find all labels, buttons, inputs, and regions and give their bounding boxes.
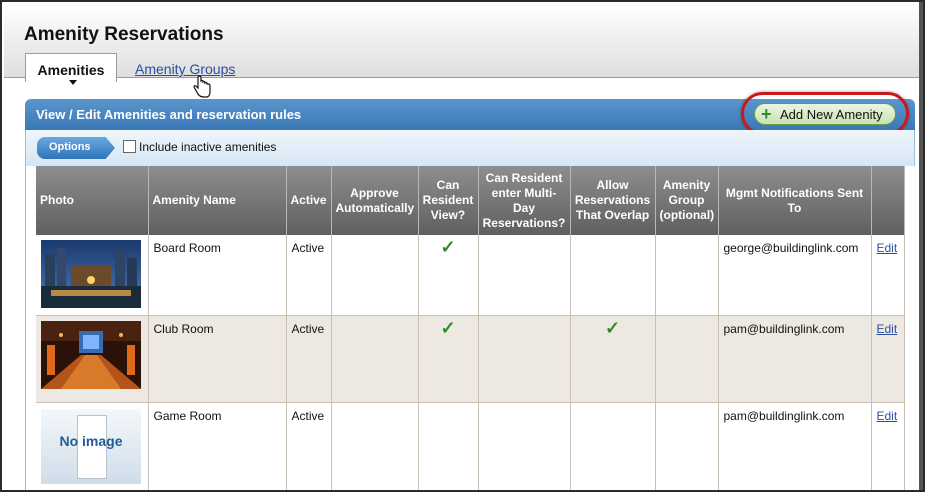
col-header-photo: Photo: [36, 166, 149, 235]
col-header-approve-automatically: Approve Automatically: [331, 166, 419, 235]
col-header-amenity-name: Amenity Name: [148, 166, 287, 235]
col-header-multi-day: Can Resident enter Multi-Day Reservation…: [478, 166, 571, 235]
resident-view-cell: ✓: [418, 315, 479, 403]
hand-cursor-icon: [193, 75, 211, 98]
notify-cell: pam@buildinglink.com: [718, 402, 872, 490]
overlap-cell: [570, 235, 656, 316]
board-room-photo: [41, 240, 141, 308]
edit-cell: Edit: [871, 235, 905, 316]
options-button[interactable]: Options: [37, 137, 115, 159]
plus-icon: +: [761, 104, 772, 124]
group-cell: [655, 315, 719, 403]
col-header-overlap: Allow Reservations That Overlap: [570, 166, 656, 235]
edit-cell: Edit: [871, 315, 905, 403]
table-row: Board Room Active ✓ george@buildinglink.…: [36, 235, 905, 316]
tab-amenities-label: Amenities: [37, 62, 105, 78]
approve-auto-cell: [331, 235, 419, 316]
edit-cell: Edit: [871, 402, 905, 490]
amenity-name-cell: Club Room: [148, 315, 287, 403]
club-room-photo: [41, 320, 141, 389]
multi-day-cell: [478, 315, 571, 403]
active-cell: Active: [286, 235, 332, 316]
amenities-grid-container: Photo Amenity Name Active Approve Automa…: [25, 166, 915, 490]
approve-auto-cell: [331, 315, 419, 403]
group-cell: [655, 402, 719, 490]
include-inactive-checkbox[interactable]: [123, 140, 136, 153]
photo-cell: No image: [36, 402, 149, 490]
checkmark-icon: ✓: [440, 237, 456, 257]
overlap-cell: [570, 402, 656, 490]
tab-caret-icon: [69, 80, 77, 85]
col-header-edit: [871, 166, 905, 235]
add-new-amenity-button[interactable]: + Add New Amenity: [754, 103, 896, 125]
table-row: Club Room Active ✓ ✓ pam@buildinglink.co…: [36, 315, 905, 403]
page-title: Amenity Reservations: [24, 24, 224, 45]
active-cell: Active: [286, 402, 332, 490]
amenity-name-cell: Game Room: [148, 402, 287, 490]
notify-cell: george@buildinglink.com: [718, 235, 872, 316]
resident-view-cell: [418, 402, 479, 490]
app-window: Amenity Reservations Amenities Amenity G…: [0, 0, 925, 492]
col-header-notifications: Mgmt Notifications Sent To: [718, 166, 872, 235]
amenity-name-cell: Board Room: [148, 235, 287, 316]
options-bar: Options Include inactive amenities: [25, 130, 915, 166]
resident-view-cell: ✓: [418, 235, 479, 316]
multi-day-cell: [478, 235, 571, 316]
table-header-row: Photo Amenity Name Active Approve Automa…: [36, 166, 905, 235]
amenities-table: Photo Amenity Name Active Approve Automa…: [36, 166, 905, 490]
table-row: No image Game Room Active pam@buildingli…: [36, 402, 905, 490]
tab-amenities[interactable]: Amenities: [25, 53, 117, 85]
overlap-cell: ✓: [570, 315, 656, 403]
edit-link[interactable]: Edit: [877, 322, 898, 336]
col-header-can-resident-view: Can Resident View?: [418, 166, 479, 235]
photo-cell: [36, 235, 149, 316]
col-header-active: Active: [286, 166, 332, 235]
edit-link[interactable]: Edit: [877, 241, 898, 255]
page-header: Amenity Reservations Amenities Amenity G…: [4, 4, 922, 85]
col-header-amenity-group: Amenity Group (optional): [655, 166, 719, 235]
no-image-placeholder: No image: [41, 408, 141, 484]
active-cell: Active: [286, 315, 332, 403]
include-inactive-label: Include inactive amenities: [139, 140, 277, 154]
checkmark-icon: ✓: [604, 317, 621, 338]
panel-title: View / Edit Amenities and reservation ru…: [36, 107, 302, 122]
notify-cell: pam@buildinglink.com: [718, 315, 872, 403]
edit-link[interactable]: Edit: [877, 409, 898, 423]
group-cell: [655, 235, 719, 316]
multi-day-cell: [478, 402, 571, 490]
photo-cell: [36, 315, 149, 403]
tab-amenity-groups[interactable]: Amenity Groups: [135, 61, 235, 77]
no-image-text: No image: [59, 432, 123, 449]
add-new-amenity-label: Add New Amenity: [780, 107, 883, 122]
checkmark-icon: ✓: [440, 317, 456, 338]
approve-auto-cell: [331, 402, 419, 490]
